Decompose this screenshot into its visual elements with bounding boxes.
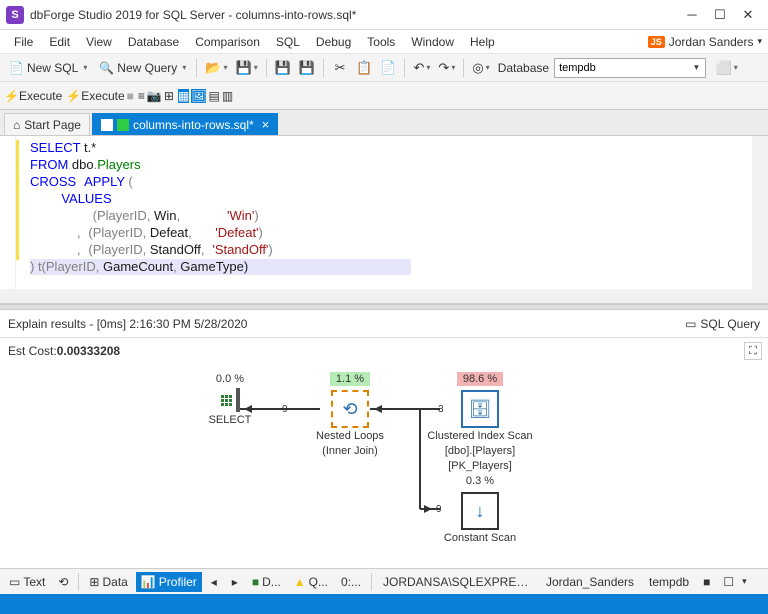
close-button[interactable]: ✕ (734, 5, 762, 25)
copy-button[interactable]: 📋 (353, 57, 375, 79)
status-nav-next[interactable]: ▸ (226, 575, 244, 589)
status-q-tab[interactable]: ▲ Q... (289, 572, 333, 592)
save-all-button[interactable]: 💾 (272, 57, 294, 79)
exec-toolbar: ⚡Execute ⚡Execute ■ ≡ 📷 ⊞ ▦ 🖼 ▤ ▥ (0, 82, 768, 110)
view-mode-1[interactable]: ▦ (178, 89, 189, 103)
editor-gutter (0, 136, 16, 303)
status-time[interactable]: 0:... (336, 572, 366, 592)
menu-window[interactable]: Window (403, 32, 462, 52)
editor-vscroll[interactable] (752, 136, 768, 303)
minimize-button[interactable]: ─ (678, 5, 706, 25)
user-badge-icon: JS (648, 36, 665, 48)
database-combo[interactable] (554, 58, 706, 78)
statusbar: ▭ Text ⟲ ⊞ Data 📊 Profiler ◂ ▸ ■ D... ▲ … (0, 568, 768, 594)
select-icon (221, 395, 232, 406)
sql-editor[interactable]: + SELECT t.* FROM dbo.Players CROSS APPL… (0, 136, 768, 304)
sql-query-icon: ▭ (685, 317, 696, 331)
status-nav-prev[interactable]: ◂ (205, 575, 223, 589)
stop-button[interactable]: ■ (127, 89, 134, 103)
grid-toggle-button[interactable]: ⊞ (164, 89, 174, 103)
db-icon (117, 119, 129, 131)
titlebar: S dbForge Studio 2019 for SQL Server - c… (0, 0, 768, 30)
status-user: Jordan_Sanders (540, 575, 640, 589)
menu-comparison[interactable]: Comparison (187, 32, 268, 52)
status-data-tab[interactable]: ⊞ Data (84, 572, 132, 592)
results-panel: Explain results - [0ms] 2:16:30 PM 5/28/… (0, 310, 768, 580)
format-button[interactable]: ≡ (138, 89, 145, 103)
save-button[interactable]: 💾 (233, 57, 261, 79)
sql-code[interactable]: SELECT t.* FROM dbo.Players CROSS APPLY … (30, 140, 411, 276)
db-action-button[interactable]: ⬜ (713, 57, 741, 79)
cut-button[interactable]: ✂ (329, 57, 351, 79)
view-mode-4[interactable]: ▥ (222, 89, 233, 103)
database-label: Database (495, 61, 552, 75)
file-icon (101, 119, 113, 131)
status-profiler-tab[interactable]: 📊 Profiler (136, 572, 202, 592)
document-tabs: ⌂ Start Page columns-into-rows.sql* × (0, 110, 768, 136)
execution-plan[interactable]: 0.0 % SELECT 1.1 % 9 ⟲ Nested Loops (Inn… (0, 364, 768, 574)
home-icon: ⌂ (13, 118, 20, 132)
user-name: Jordan Sanders (669, 35, 754, 49)
save-multi-button[interactable]: 💾 (296, 57, 318, 79)
tab-close-button[interactable]: × (262, 117, 270, 132)
new-sql-button[interactable]: 📄New SQL (4, 57, 92, 79)
paste-button[interactable]: 📄 (377, 57, 399, 79)
constant-scan-icon: ↓ (461, 492, 499, 530)
status-layout-2[interactable]: ☐ (718, 572, 739, 592)
est-cost-row: Est Cost: 0.00333208 ⛶ (0, 338, 768, 364)
plan-node-select[interactable]: 0.0 % SELECT (170, 372, 290, 427)
expand-button[interactable]: ⛶ (744, 342, 762, 360)
view-mode-3[interactable]: ▤ (208, 89, 219, 103)
status-database: tempdb (643, 575, 695, 589)
user-indicator[interactable]: JS Jordan Sanders ▾ (648, 35, 762, 49)
est-cost-value: 0.00333208 (57, 344, 120, 358)
status-layout-1[interactable]: ■ (698, 572, 715, 592)
bottom-accent (0, 594, 768, 614)
tab-active-file[interactable]: columns-into-rows.sql* × (92, 113, 278, 135)
plan-node-nested-loops[interactable]: 1.1 % 9 ⟲ Nested Loops (Inner Join) (290, 372, 410, 458)
main-toolbar: 📄New SQL 🔍New Query 📂 💾 💾 💾 ✂ 📋 📄 ↶ ↷ ◎ … (0, 54, 768, 82)
menu-view[interactable]: View (78, 32, 120, 52)
status-text-tab[interactable]: ▭ Text (4, 572, 50, 592)
explain-title: Explain results - [0ms] 2:16:30 PM 5/28/… (8, 317, 685, 331)
menu-file[interactable]: File (6, 32, 41, 52)
menu-tools[interactable]: Tools (359, 32, 403, 52)
menubar: File Edit View Database Comparison SQL D… (0, 30, 768, 54)
tab-start-page[interactable]: ⌂ Start Page (4, 113, 90, 135)
plan-node-constant-scan[interactable]: 0.3 % 9 ↓ Constant Scan (420, 474, 540, 545)
plan-node-clustered-index-scan[interactable]: 98.6 % 3 🗄 Clustered Index Scan [dbo].[P… (420, 372, 540, 473)
menu-edit[interactable]: Edit (41, 32, 78, 52)
menu-sql[interactable]: SQL (268, 32, 308, 52)
camera-button[interactable]: 📷 (147, 89, 162, 103)
nested-loops-icon: ⟲ (331, 390, 369, 428)
execute-button[interactable]: ⚡Execute (4, 89, 62, 103)
results-header: Explain results - [0ms] 2:16:30 PM 5/28/… (0, 310, 768, 338)
undo-button[interactable]: ↶ (410, 57, 433, 79)
redo-button[interactable]: ↷ (435, 57, 458, 79)
view-mode-2[interactable]: 🖼 (191, 89, 206, 103)
open-button[interactable]: 📂 (202, 57, 230, 79)
new-query-button[interactable]: 🔍New Query (94, 57, 191, 79)
status-d-tab[interactable]: ■ D... (247, 572, 286, 592)
sql-query-button[interactable]: ▭ SQL Query (685, 317, 760, 331)
window-title: dbForge Studio 2019 for SQL Server - col… (30, 8, 678, 22)
est-cost-label: Est Cost: (8, 344, 57, 358)
status-connection: JORDANSA\SQLEXPRESS (1... (377, 575, 537, 589)
maximize-button[interactable]: ☐ (706, 5, 734, 25)
menu-debug[interactable]: Debug (308, 32, 359, 52)
change-indicator (16, 140, 19, 260)
editor-hscroll[interactable] (0, 289, 752, 303)
execute-button-2[interactable]: ⚡Execute (66, 89, 124, 103)
status-refresh[interactable]: ⟲ (53, 572, 73, 592)
menu-database[interactable]: Database (120, 32, 187, 52)
app-icon: S (6, 6, 24, 24)
target-button[interactable]: ◎ (469, 57, 492, 79)
menu-help[interactable]: Help (462, 32, 503, 52)
clustered-index-scan-icon: 🗄 (461, 390, 499, 428)
